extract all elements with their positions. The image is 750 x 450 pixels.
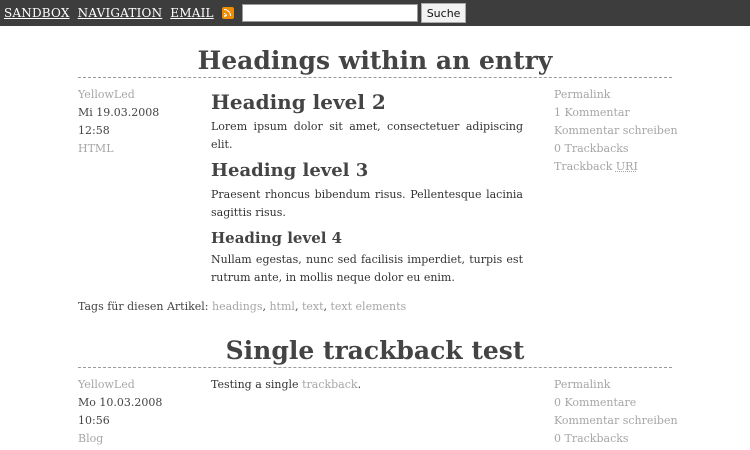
article-time: 12:58 bbox=[78, 124, 110, 137]
paragraph: Testing a single trackback. bbox=[211, 376, 523, 394]
top-navigation-bar: Sandbox Navigation Email Suche bbox=[0, 0, 750, 26]
comments-link[interactable]: 0 Kommentare bbox=[554, 394, 684, 412]
comments-link[interactable]: 1 Kommentar bbox=[554, 104, 684, 122]
heading-level-4: Heading level 4 bbox=[211, 229, 343, 247]
write-comment-link[interactable]: Kommentar schreiben bbox=[554, 122, 684, 140]
nav-link-email[interactable]: Email bbox=[170, 6, 213, 20]
trackback-link[interactable]: trackback bbox=[302, 378, 358, 391]
nav-link-sandbox[interactable]: Sandbox bbox=[4, 6, 70, 20]
article-content: Heading level 2 Lorem ipsum dolor sit am… bbox=[211, 88, 523, 291]
text: Testing a single bbox=[211, 378, 303, 391]
article-meta-left: YellowLed Mo 10.03.2008 10:56 Blog bbox=[78, 376, 198, 448]
paragraph: Nullam egestas, nunc sed facilisis imper… bbox=[211, 253, 523, 284]
nav-link-navigation[interactable]: Navigation bbox=[78, 6, 163, 20]
article-date: Mi 19.03.2008 bbox=[78, 106, 160, 119]
article-time: 10:56 bbox=[78, 414, 110, 427]
heading-level-3: Heading level 3 bbox=[211, 160, 369, 181]
category-link[interactable]: HTML bbox=[78, 140, 198, 158]
article-content: Testing a single trackback. bbox=[211, 376, 523, 394]
permalink-link[interactable]: Permalink bbox=[554, 376, 684, 394]
search-input[interactable] bbox=[241, 4, 418, 22]
trackback-label: Trackback bbox=[554, 160, 613, 173]
tag-link[interactable]: text elements bbox=[331, 300, 407, 313]
article-tags: Tags für diesen Artikel: headings, html,… bbox=[78, 300, 407, 313]
tag-link[interactable]: headings bbox=[212, 300, 262, 313]
article-title[interactable]: Single trackback test bbox=[78, 335, 672, 368]
tag-link[interactable]: text bbox=[302, 300, 324, 313]
write-comment-link[interactable]: Kommentar schreiben bbox=[554, 412, 684, 430]
paragraph: Lorem ipsum dolor sit amet, consectetuer… bbox=[211, 120, 523, 151]
tag-link[interactable]: html bbox=[269, 300, 294, 313]
rss-icon[interactable] bbox=[221, 7, 234, 19]
trackbacks-link[interactable]: 0 Trackbacks bbox=[554, 140, 684, 158]
category-link[interactable]: Blog bbox=[78, 430, 198, 448]
article-headings: Headings within an entry YellowLed Mi 19… bbox=[78, 45, 678, 313]
article-title[interactable]: Headings within an entry bbox=[78, 45, 672, 78]
article-meta-right: Permalink 1 Kommentar Kommentar schreibe… bbox=[554, 86, 684, 176]
author-link[interactable]: YellowLed bbox=[78, 86, 198, 104]
article-meta-right: Permalink 0 Kommentare Kommentar schreib… bbox=[554, 376, 684, 448]
article-meta-left: YellowLed Mi 19.03.2008 12:58 HTML bbox=[78, 86, 198, 158]
search-button[interactable]: Suche bbox=[420, 3, 467, 23]
tags-label: Tags für diesen Artikel: bbox=[78, 300, 209, 313]
paragraph: Praesent rhoncus bibendum risus. Pellent… bbox=[211, 188, 523, 219]
text: . bbox=[357, 378, 362, 391]
article-trackback-test: Single trackback test YellowLed Mo 10.03… bbox=[78, 335, 678, 445]
permalink-link[interactable]: Permalink bbox=[554, 86, 684, 104]
trackbacks-link[interactable]: 0 Trackbacks bbox=[554, 430, 684, 448]
author-link[interactable]: YellowLed bbox=[78, 376, 198, 394]
uri-abbr[interactable]: URI bbox=[616, 160, 638, 173]
article-date: Mo 10.03.2008 bbox=[78, 396, 163, 409]
trackback-uri[interactable]: Trackback URI bbox=[554, 158, 684, 176]
heading-level-2: Heading level 2 bbox=[211, 90, 386, 114]
